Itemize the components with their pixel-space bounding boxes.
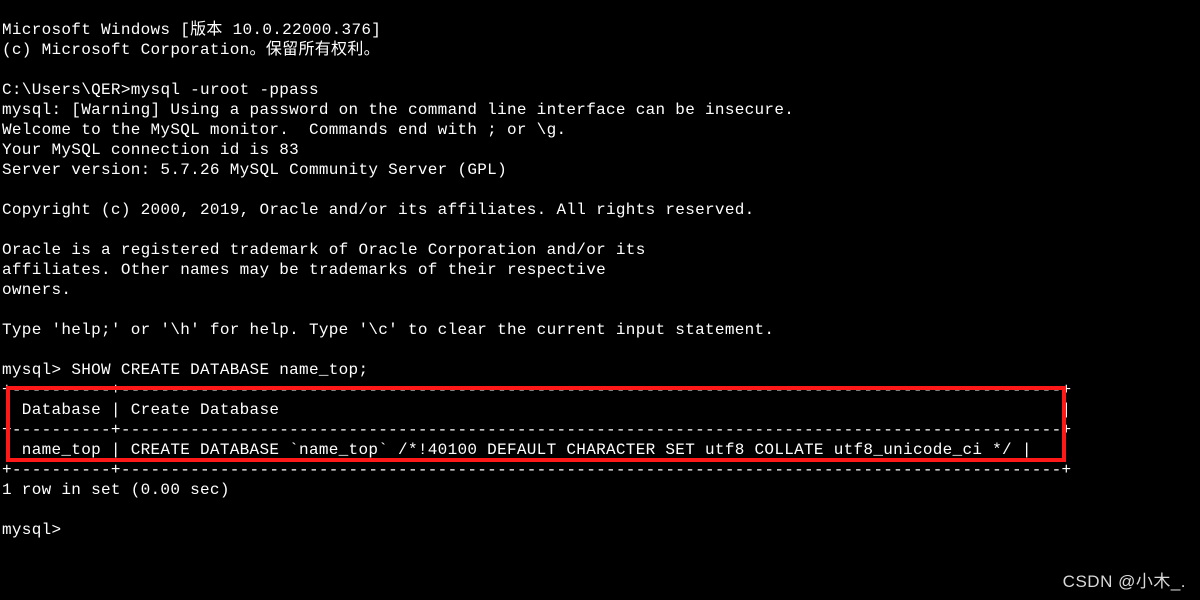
mysql-connection-id: Your MySQL connection id is 83 [2, 141, 299, 159]
sql-statement: SHOW CREATE DATABASE name_top; [71, 361, 368, 379]
mysql-welcome: Welcome to the MySQL monitor. Commands e… [2, 121, 566, 139]
mysql-prompt: mysql> [2, 361, 71, 379]
rows-in-set: 1 row in set (0.00 sec) [2, 481, 230, 499]
mysql-help-hint: Type 'help;' or '\h' for help. Type '\c'… [2, 321, 774, 339]
mysql-warning: mysql: [Warning] Using a password on the… [2, 101, 794, 119]
mysql-prompt: mysql> [2, 521, 61, 539]
oracle-trademark-3: owners. [2, 281, 71, 299]
watermark-text: CSDN @小木_. [1063, 571, 1186, 592]
mysql-server-version: Server version: 5.7.26 MySQL Community S… [2, 161, 507, 179]
copyright-line: (c) Microsoft Corporation。保留所有权利。 [2, 41, 380, 59]
oracle-trademark-1: Oracle is a registered trademark of Orac… [2, 241, 646, 259]
oracle-copyright: Copyright (c) 2000, 2019, Oracle and/or … [2, 201, 755, 219]
terminal-output[interactable]: Microsoft Windows [版本 10.0.22000.376] (c… [0, 0, 1200, 540]
oracle-trademark-2: affiliates. Other names may be trademark… [2, 261, 606, 279]
table-separator: +----------+----------------------------… [2, 421, 1071, 439]
cmd-input: mysql -uroot -ppass [131, 81, 319, 99]
table-header-row: | Database | Create Database | [2, 401, 1071, 419]
os-banner-line: Microsoft Windows [版本 10.0.22000.376] [2, 21, 381, 39]
cmd-prompt: C:\Users\QER> [2, 81, 131, 99]
table-separator: +----------+----------------------------… [2, 381, 1071, 399]
table-separator: +----------+----------------------------… [2, 461, 1071, 479]
table-data-row: | name_top | CREATE DATABASE `name_top` … [2, 441, 1032, 459]
